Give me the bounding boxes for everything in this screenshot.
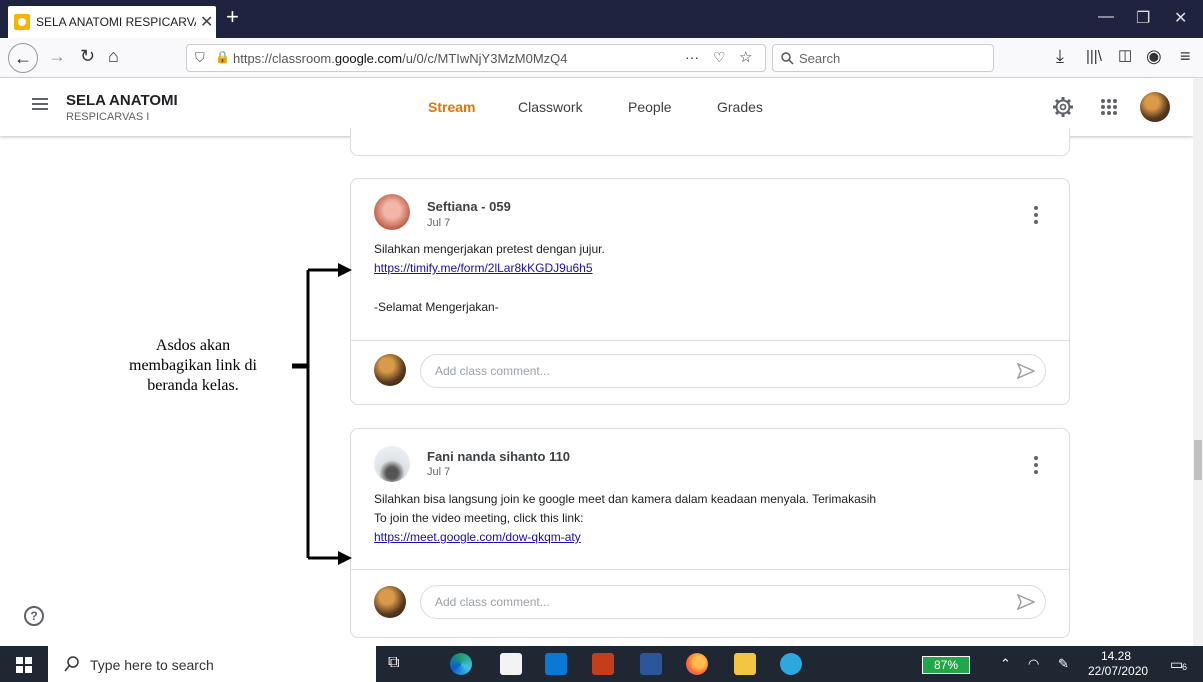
shield-icon[interactable]: ⛉ (195, 50, 205, 66)
url-text[interactable]: https://classroom.google.com/u/0/c/MTIwN… (233, 51, 568, 66)
class-name[interactable]: SELA ANATOMI (66, 92, 178, 109)
back-button[interactable]: ← (8, 43, 38, 73)
settings-gear-icon[interactable] (1052, 96, 1074, 118)
pen-icon[interactable]: ✎ (1058, 656, 1069, 672)
taskbar-search-placeholder: Type here to search (90, 657, 214, 673)
more-options-icon[interactable] (1034, 206, 1038, 227)
post-author[interactable]: Seftiana - 059 (427, 199, 511, 214)
post-text: Silahkan mengerjakan pretest dengan juju… (374, 242, 605, 256)
post-text: To join the video meeting, click this li… (374, 511, 584, 525)
commenter-avatar (374, 586, 406, 618)
windows-start-icon[interactable] (16, 657, 32, 673)
help-icon[interactable]: ? (24, 606, 44, 626)
class-comment-input[interactable]: Add class comment... (420, 354, 1046, 388)
post-link[interactable]: https://meet.google.com/dow-qkqm-aty (374, 530, 581, 544)
pocket-icon[interactable]: ♡ (713, 49, 726, 66)
lock-icon[interactable]: 🔒 (215, 50, 230, 64)
post-card: Fani nanda sihanto 110 Jul 7 Silahkan bi… (350, 428, 1070, 638)
post-author[interactable]: Fani nanda sihanto 110 (427, 449, 570, 464)
search-bar[interactable]: Search (772, 44, 994, 72)
tab-close-icon[interactable]: ✕ (200, 12, 213, 32)
forward-icon[interactable]: → (48, 46, 66, 67)
store-icon[interactable] (500, 653, 522, 675)
system-clock[interactable]: 14.28 22/07/2020 (1088, 649, 1148, 679)
restore-icon[interactable]: ❐ (1136, 8, 1150, 28)
home-icon[interactable]: ⌂ (108, 46, 119, 67)
window-close-icon[interactable]: ✕ (1174, 8, 1187, 28)
browser-toolbar: ← → ↻ ⌂ ⛉ 🔒 https://classroom.google.com… (0, 38, 1203, 78)
browser-tab[interactable]: SELA ANATOMI RESPICARVAS I ✕ (8, 6, 216, 38)
annotation-bracket (292, 263, 352, 565)
powerpoint-icon[interactable] (592, 653, 614, 675)
word-icon[interactable] (640, 653, 662, 675)
firefox-icon[interactable] (686, 653, 708, 675)
tab-grades[interactable]: Grades (717, 99, 763, 115)
send-icon[interactable] (1017, 363, 1035, 379)
post-text: Silahkan bisa langsung join ke google me… (374, 492, 877, 506)
new-tab-button[interactable]: + (226, 6, 239, 28)
post-date: Jul 7 (427, 217, 451, 229)
comment-placeholder: Add class comment... (435, 595, 550, 609)
commenter-avatar (374, 354, 406, 386)
post-text: -Selamat Mengerjakan- (374, 300, 499, 314)
more-options-icon[interactable] (1034, 456, 1038, 477)
search-icon (64, 656, 79, 672)
annotation-text: Asdos akan membagikan link di beranda ke… (129, 337, 257, 394)
comment-divider (351, 569, 1069, 570)
tab-stream[interactable]: Stream (428, 99, 475, 115)
bookmark-star-icon[interactable]: ☆ (739, 48, 752, 66)
classroom-favicon-icon (14, 14, 30, 30)
wifi-icon[interactable]: ◠ (1028, 656, 1039, 672)
post-link[interactable]: https://timify.me/form/2lLar8kKGDJ9u6h5 (374, 261, 593, 275)
comment-placeholder: Add class comment... (435, 364, 550, 378)
library-icon[interactable]: |||\ (1086, 48, 1102, 65)
search-icon (781, 52, 794, 65)
account-icon[interactable]: ◉ (1146, 46, 1162, 67)
author-avatar[interactable] (374, 446, 410, 482)
menu-icon[interactable]: ≡ (1180, 46, 1191, 67)
comment-divider (351, 340, 1069, 341)
edge-icon[interactable] (450, 653, 472, 675)
send-icon[interactable] (1017, 594, 1035, 610)
show-hidden-icons-icon[interactable]: ⌃ (1000, 656, 1011, 672)
file-explorer-icon[interactable] (734, 653, 756, 675)
sidebar-icon[interactable]: ◫ (1118, 46, 1132, 64)
tab-people[interactable]: People (628, 99, 672, 115)
browser-tab-bar: SELA ANATOMI RESPICARVAS I ✕ + — ❐ ✕ (0, 0, 1203, 38)
user-avatar[interactable] (1140, 92, 1170, 122)
reload-icon[interactable]: ↻ (80, 46, 95, 67)
hamburger-menu-icon[interactable] (32, 98, 48, 110)
telegram-icon[interactable] (780, 653, 802, 675)
windows-taskbar: Type here to search ⧉ 87% ⌃ ◠ ✎ 14.28 22… (0, 646, 1203, 682)
search-placeholder: Search (799, 51, 841, 66)
task-view-icon[interactable]: ⧉ (388, 654, 399, 672)
class-comment-input[interactable]: Add class comment... (420, 585, 1046, 619)
scrollbar-thumb[interactable] (1194, 440, 1202, 480)
tab-title: SELA ANATOMI RESPICARVAS I (36, 15, 196, 29)
page-actions-button[interactable]: ··· (685, 49, 699, 65)
battery-indicator[interactable]: 87% (922, 656, 970, 674)
minimize-icon[interactable]: — (1098, 8, 1114, 26)
mail-icon[interactable] (545, 653, 567, 675)
post-date: Jul 7 (427, 466, 451, 478)
class-section: RESPICARVAS I (66, 111, 150, 123)
apps-grid-icon[interactable] (1100, 98, 1118, 116)
author-avatar[interactable] (374, 194, 410, 230)
address-bar[interactable]: ⛉ 🔒 https://classroom.google.com/u/0/c/M… (186, 44, 766, 72)
page-scrollbar[interactable] (1193, 78, 1203, 646)
taskbar-search[interactable]: Type here to search (48, 646, 376, 682)
post-card: Seftiana - 059 Jul 7 Silahkan mengerjaka… (350, 178, 1070, 405)
tab-classwork[interactable]: Classwork (518, 99, 583, 115)
notification-count: 6 (1182, 662, 1188, 672)
downloads-icon[interactable]: ⤓ (1056, 46, 1064, 67)
previous-post-card (350, 128, 1070, 156)
